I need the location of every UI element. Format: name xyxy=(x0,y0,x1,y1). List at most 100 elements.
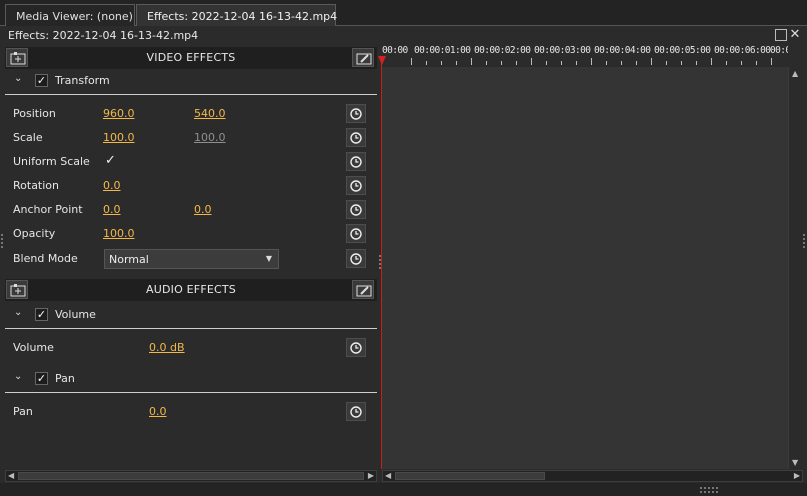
scroll-right-icon[interactable]: ▶ xyxy=(368,471,374,480)
param-row-rotation: Rotation 0.0 xyxy=(5,175,377,197)
ruler-tick xyxy=(471,58,472,65)
time-ruler[interactable]: 00:00 00:00:01:00 00:00:02:00 00:00:03:0… xyxy=(381,45,788,67)
clock-icon xyxy=(350,156,362,168)
scale-y-value: 100.0 xyxy=(194,131,226,144)
divider xyxy=(5,392,377,393)
scroll-right-icon[interactable]: ▶ xyxy=(794,471,800,480)
param-row-anchor-point: Anchor Point 0.0 0.0 xyxy=(5,199,377,221)
keyframe-button[interactable] xyxy=(346,338,366,357)
ruler-tick xyxy=(561,61,562,65)
param-row-scale: Scale 100.0 100.0 xyxy=(5,127,377,149)
param-row-opacity: Opacity 100.0 xyxy=(5,223,377,245)
ruler-tick xyxy=(756,61,757,65)
rotation-value[interactable]: 0.0 xyxy=(103,179,121,192)
right-edge-grip[interactable] xyxy=(803,234,805,248)
param-label: Volume xyxy=(13,341,54,354)
effects-panel: VIDEO EFFECTS ⌄ ✓ Transform Position 960… xyxy=(0,45,380,469)
ruler-label: 00:00:03:00 xyxy=(534,45,591,56)
ruler-label: 00:00:01:00 xyxy=(414,45,471,56)
audio-effects-header: AUDIO EFFECTS xyxy=(5,279,377,301)
clock-icon xyxy=(350,342,362,354)
pan-value[interactable]: 0.0 xyxy=(149,405,167,418)
scroll-left-icon[interactable]: ◀ xyxy=(385,471,391,480)
anchor-x-value[interactable]: 0.0 xyxy=(103,203,121,216)
ruler-label: 00:00:02:00 xyxy=(474,45,531,56)
keyframe-timeline[interactable]: 00:00 00:00:01:00 00:00:02:00 00:00:03:0… xyxy=(381,45,788,469)
panel-title-bar: Effects: 2022-12-04 16-13-42.mp4 ✕ xyxy=(0,26,807,45)
anchor-y-value[interactable]: 0.0 xyxy=(194,203,212,216)
volume-enable-checkbox[interactable]: ✓ xyxy=(35,308,48,321)
ruler-tick xyxy=(456,61,457,65)
keyframe-button[interactable] xyxy=(346,128,366,147)
keyframe-button[interactable] xyxy=(346,104,366,123)
ruler-tick xyxy=(696,61,697,65)
volume-value[interactable]: 0.0 dB xyxy=(149,341,185,354)
edit-video-effect-button[interactable] xyxy=(352,48,374,67)
ruler-tick xyxy=(591,58,592,65)
pan-enable-checkbox[interactable]: ✓ xyxy=(35,372,48,385)
keyframe-button[interactable] xyxy=(346,152,366,171)
timeline-vertical-scrollbar[interactable]: ▲ ▼ xyxy=(788,67,803,469)
scroll-left-icon[interactable]: ◀ xyxy=(8,471,14,480)
tab-media-viewer[interactable]: Media Viewer: (none) xyxy=(5,4,135,26)
video-effects-title: VIDEO EFFECTS xyxy=(146,51,236,64)
ruler-tick xyxy=(576,61,577,65)
effects-horizontal-scrollbar[interactable]: ◀ ▶ xyxy=(5,470,377,482)
clock-icon xyxy=(350,228,362,240)
ruler-tick xyxy=(546,61,547,65)
ruler-tick xyxy=(411,58,412,65)
close-icon[interactable]: ✕ xyxy=(789,28,801,41)
chevron-down-icon[interactable]: ⌄ xyxy=(14,371,22,382)
resize-grip[interactable] xyxy=(700,487,718,493)
ruler-label: 00:00 xyxy=(382,45,408,56)
scrollbar-thumb[interactable] xyxy=(395,472,545,480)
uniform-scale-checkbox[interactable]: ✓ xyxy=(105,153,116,168)
ruler-tick xyxy=(426,61,427,65)
position-x-value[interactable]: 960.0 xyxy=(103,107,135,120)
keyframe-button[interactable] xyxy=(346,176,366,195)
left-edge-grip[interactable] xyxy=(1,234,3,248)
scale-x-value[interactable]: 100.0 xyxy=(103,131,135,144)
keyframe-button[interactable] xyxy=(346,200,366,219)
opacity-value[interactable]: 100.0 xyxy=(103,227,135,240)
ruler-tick xyxy=(621,61,622,65)
scroll-down-icon[interactable]: ▼ xyxy=(792,458,798,467)
ruler-tick xyxy=(726,61,727,65)
dropdown-arrow-icon: ▼ xyxy=(265,254,272,263)
keyframe-button[interactable] xyxy=(346,249,366,268)
blend-mode-select[interactable]: Normal ▼ xyxy=(104,249,279,269)
edit-audio-effect-button[interactable] xyxy=(352,280,374,299)
transform-enable-checkbox[interactable]: ✓ xyxy=(35,74,48,87)
float-panel-icon[interactable] xyxy=(775,29,787,41)
blend-mode-value: Normal xyxy=(109,253,149,266)
param-row-pan: Pan 0.0 xyxy=(5,401,377,423)
edit-effect-icon xyxy=(356,53,372,65)
timeline-horizontal-scrollbar[interactable]: ◀ ▶ xyxy=(382,470,803,482)
position-y-value[interactable]: 540.0 xyxy=(194,107,226,120)
pan-group-label: Pan xyxy=(55,372,75,385)
clock-icon xyxy=(350,132,362,144)
clock-icon xyxy=(350,253,362,265)
pan-group-row: ⌄ ✓ Pan xyxy=(5,369,377,391)
param-label: Rotation xyxy=(13,179,60,192)
ruler-tick xyxy=(681,61,682,65)
param-row-position: Position 960.0 540.0 xyxy=(5,103,377,125)
playhead-line[interactable] xyxy=(381,58,382,469)
ruler-label: 00:00 xyxy=(770,45,788,56)
ruler-label: 00:00:05:00 xyxy=(654,45,711,56)
param-label: Anchor Point xyxy=(13,203,83,216)
clock-icon xyxy=(350,108,362,120)
param-label: Uniform Scale xyxy=(13,155,90,168)
tab-effects[interactable]: Effects: 2022-12-04 16-13-42.mp4 xyxy=(136,4,337,26)
playhead-marker-icon[interactable] xyxy=(378,56,386,65)
keyframe-button[interactable] xyxy=(346,402,366,421)
scrollbar-thumb[interactable] xyxy=(18,472,364,480)
chevron-down-icon[interactable]: ⌄ xyxy=(14,307,22,318)
scroll-up-icon[interactable]: ▲ xyxy=(792,69,798,78)
chevron-down-icon[interactable]: ⌄ xyxy=(14,73,22,84)
keyframe-button[interactable] xyxy=(346,224,366,243)
bottom-scrollbars: ◀ ▶ ◀ ▶ xyxy=(0,469,807,483)
ruler-tick xyxy=(711,58,712,65)
divider xyxy=(5,328,377,329)
tab-bar: Media Viewer: (none) Effects: 2022-12-04… xyxy=(0,0,807,26)
